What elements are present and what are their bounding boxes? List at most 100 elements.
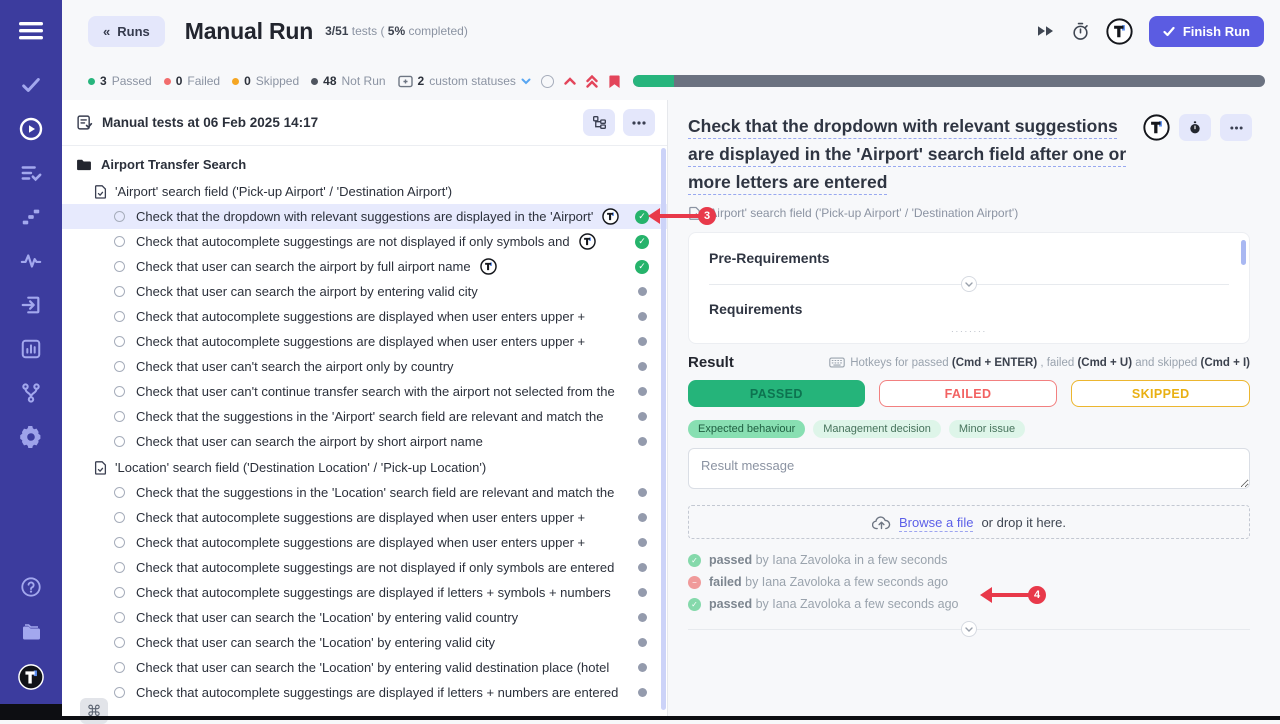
pulse-icon[interactable] — [18, 248, 44, 274]
assignee-avatar-logo[interactable] — [1143, 114, 1170, 141]
failed-result-button[interactable]: FAILED — [879, 380, 1058, 407]
finish-run-button[interactable]: Finish Run — [1149, 16, 1264, 47]
text-segment: and skipped — [1132, 357, 1200, 369]
test-row[interactable]: Check that autocomplete suggestings are … — [62, 229, 667, 254]
import-icon[interactable] — [18, 292, 44, 318]
test-row[interactable]: Check that autocomplete suggestions are … — [62, 530, 667, 555]
play-circle-icon[interactable] — [18, 116, 44, 142]
check-icon[interactable] — [18, 72, 44, 98]
not-run-status-icon — [638, 437, 647, 446]
menu-icon[interactable] — [18, 18, 44, 44]
assignee-avatar-logo — [579, 233, 596, 250]
user-avatar-logo[interactable] — [1106, 18, 1133, 45]
circle-outline-icon[interactable] — [541, 75, 554, 88]
card-scrollbar[interactable] — [1241, 240, 1246, 265]
bookmark-icon[interactable] — [608, 74, 621, 89]
test-row[interactable]: Check that autocomplete suggestions are … — [62, 505, 667, 530]
test-row[interactable]: Check that user can't search the airport… — [62, 354, 667, 379]
test-state-circle-icon — [114, 687, 125, 698]
sidebar-bottom — [18, 574, 44, 690]
suite-row[interactable]: 'Airport' search field ('Pick-up Airport… — [62, 178, 667, 204]
test-state-circle-icon — [114, 612, 125, 623]
result-tag[interactable]: Management decision — [813, 420, 941, 438]
double-chevron-up-icon[interactable] — [586, 75, 598, 88]
status-count-item[interactable]: 0 Skipped — [232, 74, 299, 88]
passed-status-icon: ✓ — [688, 598, 701, 611]
passed-result-button[interactable]: PASSED — [688, 380, 865, 407]
logo-avatar[interactable] — [18, 664, 44, 690]
chevron-up-icon[interactable] — [564, 77, 576, 85]
suite-label: 'Airport' search field ('Pick-up Airport… — [115, 184, 452, 199]
text-segment: , failed — [1037, 357, 1077, 369]
annotation-badge-3: 3 — [698, 207, 716, 225]
test-state-circle-icon — [114, 411, 125, 422]
test-case-title[interactable]: Check that the dropdown with relevant su… — [688, 112, 1140, 196]
status-dot — [88, 78, 95, 85]
test-row[interactable]: Check that autocomplete suggestions are … — [62, 329, 667, 354]
annotation-badge-4: 4 — [1028, 586, 1046, 604]
help-icon[interactable] — [18, 574, 44, 600]
result-message-input[interactable] — [688, 448, 1250, 489]
not-run-status-icon — [638, 663, 647, 672]
test-title: Check that autocomplete suggestings are … — [136, 234, 570, 249]
status-count-item[interactable]: 0 Failed — [164, 74, 220, 88]
folder-row[interactable]: Airport Transfer Search — [62, 150, 667, 178]
status-label: Failed — [187, 74, 220, 88]
more-options-button[interactable] — [623, 109, 655, 136]
fast-forward-icon[interactable] — [1037, 24, 1055, 38]
test-row[interactable]: Check that user can search the 'Location… — [62, 630, 667, 655]
check-icon — [1163, 26, 1175, 37]
test-row[interactable]: Check that the suggestions in the 'Airpo… — [62, 404, 667, 429]
result-tag[interactable]: Expected behaviour — [688, 420, 805, 438]
browse-file-link[interactable]: Browse a file — [899, 515, 973, 530]
test-title: Check that user can search the 'Location… — [136, 660, 609, 675]
gear-icon[interactable] — [18, 424, 44, 450]
not-run-status-icon — [638, 412, 647, 421]
branch-icon[interactable] — [18, 380, 44, 406]
test-list-scrollbar[interactable] — [661, 148, 666, 710]
test-row[interactable]: Check that the suggestions in the 'Locat… — [62, 480, 667, 505]
text-segment: (Cmd + I) — [1200, 357, 1250, 369]
collapse-toggle-icon[interactable] — [961, 276, 977, 292]
test-row[interactable]: Check that user can search the airport b… — [62, 429, 667, 454]
steps-icon[interactable] — [18, 204, 44, 230]
list-check-icon[interactable] — [18, 160, 44, 186]
text-segment: Hotkeys for passed — [850, 357, 952, 369]
timer-icon[interactable] — [1071, 22, 1090, 41]
skipped-result-button[interactable]: SKIPPED — [1071, 380, 1250, 407]
not-run-status-icon — [638, 387, 647, 396]
test-state-circle-icon — [114, 211, 125, 222]
file-upload-dropzone[interactable]: Browse a file or drop it here. — [688, 505, 1250, 539]
suite-row[interactable]: 'Location' search field ('Destination Lo… — [62, 454, 667, 480]
test-row[interactable]: Check that autocomplete suggestions are … — [62, 304, 667, 329]
folder-copy-icon[interactable] — [18, 619, 44, 645]
back-to-runs-button[interactable]: « Runs — [88, 16, 165, 47]
test-row[interactable]: Check that user can search the airport b… — [62, 254, 667, 279]
text-segment: tests ( — [348, 24, 387, 38]
test-row[interactable]: Check that autocomplete suggestings are … — [62, 580, 667, 605]
test-row[interactable]: Check that autocomplete suggestings are … — [62, 555, 667, 580]
collapse-toggle-icon[interactable] — [961, 621, 977, 637]
result-tag[interactable]: Minor issue — [949, 420, 1025, 438]
more-options-button[interactable] — [1220, 114, 1252, 141]
status-count-item[interactable]: 48 Not Run — [311, 74, 385, 88]
custom-statuses-toggle[interactable]: 2 custom statuses — [398, 74, 531, 88]
test-row[interactable]: Check that user can't continue transfer … — [62, 379, 667, 404]
status-count-item[interactable]: 3 Passed — [88, 74, 152, 88]
timer-button[interactable] — [1179, 114, 1211, 141]
folder-label: Airport Transfer Search — [101, 157, 246, 172]
drag-handle[interactable]: ∙∙∙∙∙∙∙∙ — [709, 327, 1229, 335]
status-label: Not Run — [342, 74, 386, 88]
test-row[interactable]: Check that user can search the airport b… — [62, 279, 667, 304]
test-row[interactable]: Check that user can search the 'Location… — [62, 655, 667, 680]
test-title: Check that user can search the 'Location… — [136, 635, 495, 650]
test-state-circle-icon — [114, 261, 125, 272]
test-row[interactable]: Check that the dropdown with relevant su… — [62, 204, 667, 229]
test-row[interactable]: Check that user can search the 'Location… — [62, 605, 667, 630]
test-row[interactable]: Check that autocomplete suggestings are … — [62, 680, 667, 705]
chevrons-left-icon: « — [103, 24, 110, 39]
result-history: ✓ passed by Iana Zavoloka in a few secon… — [688, 549, 1250, 615]
bar-chart-icon[interactable] — [18, 336, 44, 362]
command-palette-button[interactable]: ⌘ — [80, 698, 108, 724]
tree-view-button[interactable] — [583, 109, 615, 136]
